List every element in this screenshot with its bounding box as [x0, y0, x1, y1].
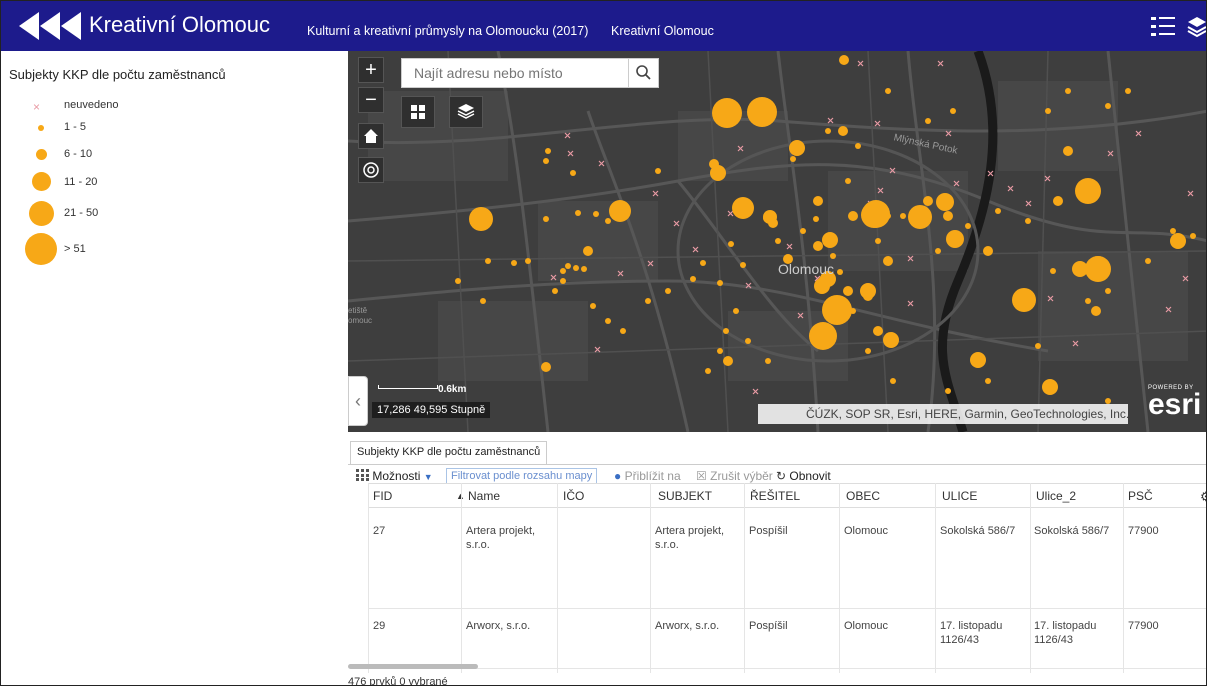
- legend-item-6-10: 6 - 10: [1, 144, 348, 174]
- layers-icon[interactable]: [1187, 16, 1206, 43]
- legend-panel: Subjekty KKP dle počtu zaměstnanců × neu…: [1, 51, 348, 685]
- collapse-panel-button[interactable]: ‹: [348, 376, 368, 426]
- area-label: etiště: [348, 306, 368, 315]
- cell-psc: 77900: [1128, 620, 1159, 632]
- legend-item-11-20: 11 - 20: [1, 171, 348, 201]
- column-header-psc[interactable]: PSČ: [1128, 489, 1153, 503]
- back-arrows-logo[interactable]: [19, 12, 81, 40]
- circle-icon: [25, 233, 57, 265]
- cell-psc: 77900: [1128, 525, 1159, 537]
- grid-icon: [411, 105, 425, 119]
- city-label: Olomouc: [778, 261, 835, 277]
- legend-item-51-plus: > 51: [1, 233, 348, 265]
- search-icon: [636, 65, 651, 80]
- search-button[interactable]: [628, 59, 658, 87]
- column-header-fid[interactable]: FID: [373, 489, 392, 503]
- refresh-button[interactable]: ↻ Obnovit: [776, 469, 831, 483]
- header-link[interactable]: Kreativní Olomouc: [611, 24, 714, 38]
- legend-label: neuvedeno: [64, 99, 119, 111]
- cell-subjekt: Arworx, s.r.o.: [655, 620, 720, 632]
- cell-name: Arworx, s.r.o.: [466, 620, 531, 632]
- column-header-ulice2[interactable]: Ulice_2: [1036, 489, 1076, 503]
- table-icon: [356, 469, 369, 481]
- cell-fid: 29: [373, 620, 386, 632]
- legend-list-icon[interactable]: [1151, 16, 1175, 43]
- locate-button[interactable]: [358, 157, 384, 183]
- clear-icon: ☒: [696, 469, 707, 483]
- column-header-obec[interactable]: OBEC: [846, 489, 880, 503]
- zoom-in-button[interactable]: +: [358, 57, 384, 83]
- refresh-label: Obnovit: [789, 469, 831, 483]
- circle-icon: [38, 125, 44, 131]
- layer-list-button[interactable]: [449, 96, 483, 128]
- cell-ulice: 17. listopadu 1126/43: [940, 620, 1003, 646]
- app-window: Kreativní Olomouc Kulturní a kreativní p…: [0, 0, 1207, 686]
- legend-label: 21 - 50: [64, 207, 99, 219]
- scale-bar: [378, 385, 438, 389]
- app-header: Kreativní Olomouc Kulturní a kreativní p…: [1, 1, 1206, 51]
- circle-icon: [36, 149, 47, 160]
- attribute-table-panel: Subjekty KKP dle počtu zaměstnanců Možno…: [348, 432, 1206, 686]
- map-view[interactable]: Olomouc Mlýnská Potok etiště omouc + − ‹…: [348, 51, 1206, 432]
- legend-title: Subjekty KKP dle počtu zaměstnanců: [9, 67, 226, 82]
- circle-icon: [29, 201, 54, 226]
- cell-fid: 27: [373, 525, 386, 537]
- esri-logo: POWERED BY esri: [1148, 385, 1202, 421]
- column-header-subjekt[interactable]: SUBJEKT: [658, 489, 712, 503]
- circle-icon: [32, 172, 51, 191]
- cell-name: Artera projekt, s.r.o.: [466, 525, 536, 551]
- legend-item-21-50: 21 - 50: [1, 199, 348, 229]
- basemap-gallery-button[interactable]: [401, 96, 435, 128]
- home-icon: [364, 129, 378, 143]
- cell-resitel: Pospíšil: [749, 620, 788, 632]
- legend-label: > 51: [64, 243, 86, 255]
- table-header: FID ▲ Name IČO SUBJEKT ŘEŠITEL OBEC ULIC…: [368, 483, 1206, 508]
- column-header-ico[interactable]: IČO: [563, 489, 584, 503]
- refresh-icon: ↻: [776, 469, 787, 483]
- cross-icon: ×: [33, 100, 41, 114]
- app-title: Kreativní Olomouc: [89, 12, 270, 37]
- coordinates-readout: 17,286 49,595 Stupně: [372, 402, 491, 418]
- cell-ulice2: 17. listopadu 1126/43: [1034, 620, 1097, 646]
- table-footer-status: 476 prvků 0 vybrané: [348, 676, 448, 686]
- zoom-to-button[interactable]: ● Přiblížit na: [614, 469, 681, 483]
- legend-label: 11 - 20: [64, 176, 98, 188]
- tab-attribute-table[interactable]: Subjekty KKP dle počtu zaměstnanců: [350, 441, 548, 464]
- cell-obec: Olomouc: [844, 620, 889, 632]
- legend-item-1-5: 1 - 5: [1, 117, 348, 147]
- zoom-out-button[interactable]: −: [358, 87, 384, 113]
- options-label: Možnosti: [372, 469, 421, 483]
- scale-label: 0.6km: [438, 384, 467, 395]
- options-button[interactable]: Možnosti ▼: [356, 469, 433, 483]
- pin-icon: ●: [614, 469, 622, 483]
- cell-resitel: Pospíšil: [749, 525, 788, 537]
- column-header-resitel[interactable]: ŘEŠITEL: [750, 489, 800, 503]
- layers-icon: [457, 104, 475, 119]
- zoom-to-label: Přiblížit na: [624, 469, 681, 483]
- clear-selection-button[interactable]: ☒ Zrušit výběr: [696, 469, 773, 483]
- legend-label: 1 - 5: [64, 121, 87, 133]
- cell-subjekt: Artera projekt, s.r.o.: [655, 525, 725, 551]
- cell-obec: Olomouc: [844, 525, 889, 537]
- locate-icon: [363, 162, 379, 178]
- filter-by-extent-button[interactable]: Filtrovat podle rozsahu mapy: [446, 468, 598, 484]
- clear-label: Zrušit výběr: [710, 469, 773, 483]
- search-box: [401, 58, 659, 88]
- cell-ulice2: Sokolská 586/7: [1034, 525, 1110, 537]
- table-row[interactable]: 27 Artera projekt, s.r.o. Artera projekt…: [368, 514, 1206, 609]
- horizontal-scrollbar[interactable]: [348, 664, 478, 669]
- column-header-ulice[interactable]: ULICE: [942, 489, 977, 503]
- settings-icon[interactable]: ⚙: [1200, 489, 1206, 505]
- esri-text: esri: [1148, 388, 1202, 421]
- table-row[interactable]: 29 Arworx, s.r.o. Arworx, s.r.o. Pospíši…: [368, 609, 1206, 669]
- column-header-name[interactable]: Name: [468, 489, 500, 503]
- cell-ulice: Sokolská 586/7: [940, 525, 1016, 537]
- area-label: omouc: [348, 316, 373, 325]
- home-button[interactable]: [358, 123, 384, 149]
- map-attribution: ČÚZK, SOP SR, Esri, HERE, Garmin, GeoTec…: [758, 404, 1128, 424]
- legend-label: 6 - 10: [64, 148, 93, 160]
- header-subtitle: Kulturní a kreativní průmysly na Olomouc…: [307, 24, 589, 38]
- search-input[interactable]: [402, 59, 628, 87]
- chevron-down-icon: ▼: [423, 472, 433, 482]
